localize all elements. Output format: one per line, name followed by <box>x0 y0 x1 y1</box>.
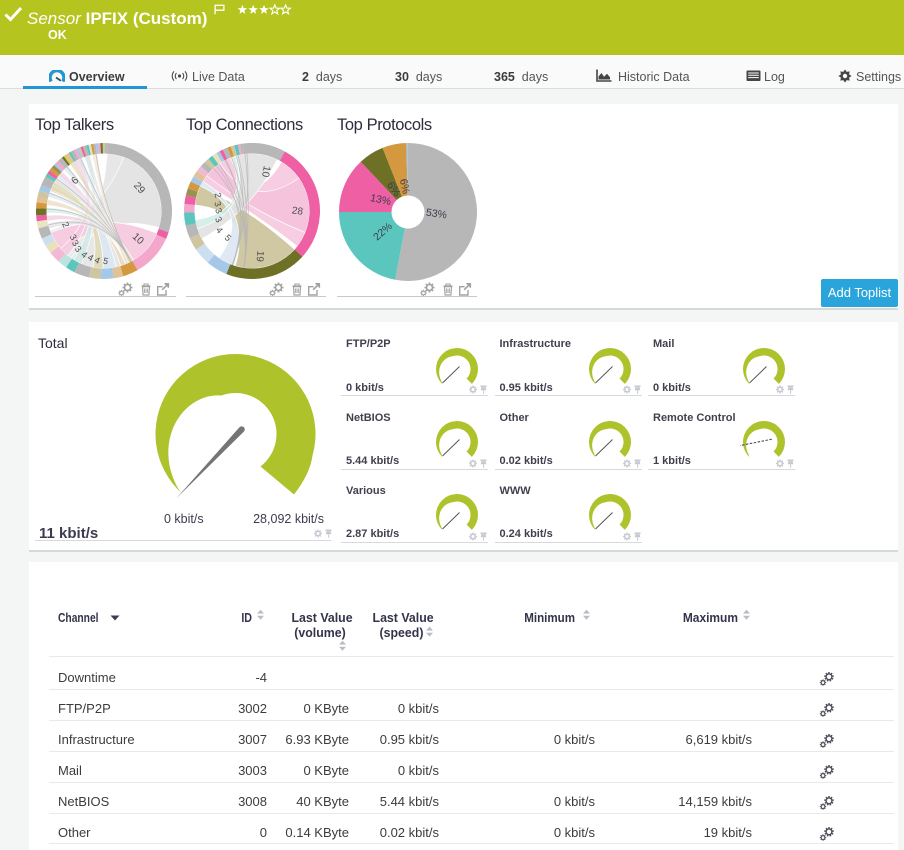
svg-text:28: 28 <box>291 205 304 218</box>
svg-text:10: 10 <box>259 165 272 178</box>
svg-text:19: 19 <box>253 250 265 262</box>
